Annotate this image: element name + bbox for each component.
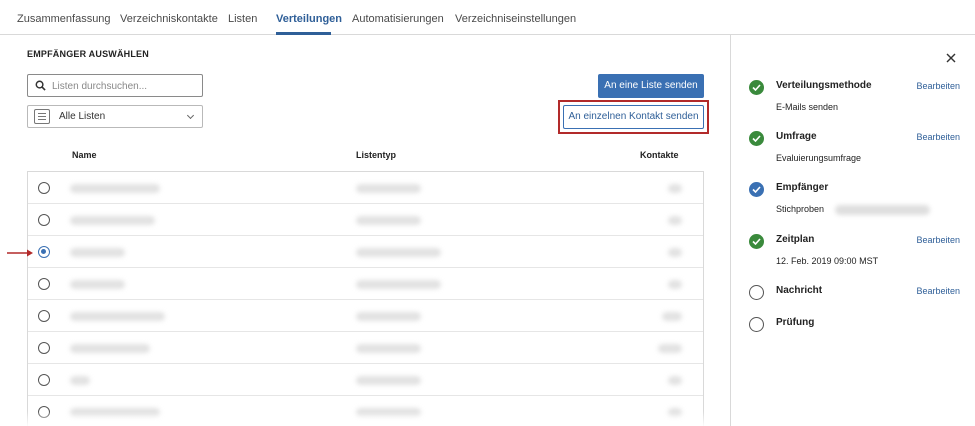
table-row[interactable] bbox=[28, 172, 703, 204]
tab-distributions[interactable]: Verteilungen bbox=[276, 13, 342, 25]
top-tab-bar: Zusammenfassung Verzeichniskontakte List… bbox=[0, 0, 975, 35]
step-subtitle: Stichproben bbox=[776, 204, 825, 214]
step-title: Zeitplan bbox=[776, 234, 815, 245]
row-radio[interactable] bbox=[38, 342, 50, 354]
tab-directory-settings[interactable]: Verzeichniseinstellungen bbox=[455, 13, 576, 25]
step-title: Nachricht bbox=[776, 285, 823, 296]
edit-link[interactable]: Bearbeiten bbox=[916, 132, 960, 142]
step-subtitle: E-Mails senden bbox=[776, 102, 839, 112]
step-subtitle: 12. Feb. 2019 09:00 MST bbox=[776, 256, 879, 266]
table-row[interactable] bbox=[28, 300, 703, 332]
empty-circle-icon bbox=[749, 285, 764, 300]
edit-link[interactable]: Bearbeiten bbox=[916, 286, 960, 296]
redacted-name bbox=[70, 248, 125, 257]
row-radio[interactable] bbox=[38, 214, 50, 226]
redacted-type bbox=[356, 184, 421, 193]
row-radio[interactable] bbox=[38, 310, 50, 322]
redacted-type bbox=[356, 408, 421, 417]
redacted-name bbox=[70, 376, 90, 385]
redacted-type bbox=[356, 312, 421, 321]
redacted-count bbox=[668, 184, 682, 193]
send-to-contact-button[interactable]: An einzelnen Kontakt senden bbox=[563, 105, 704, 129]
redacted-name bbox=[70, 280, 125, 289]
table-row[interactable] bbox=[28, 236, 703, 268]
row-radio[interactable] bbox=[38, 374, 50, 386]
redacted-type bbox=[356, 248, 441, 257]
list-table bbox=[27, 171, 704, 426]
row-radio-selected[interactable] bbox=[38, 246, 50, 258]
redacted-name bbox=[70, 408, 160, 417]
list-filter-select[interactable]: Alle Listen bbox=[27, 105, 203, 128]
step-title: Empfänger bbox=[776, 182, 829, 193]
recipient-selection-panel: EMPFÄNGER AUSWÄHLEN Alle Listen An eine … bbox=[0, 35, 730, 426]
column-header-type: Listentyp bbox=[356, 150, 397, 160]
table-row[interactable] bbox=[28, 332, 703, 364]
send-to-list-button[interactable]: An eine Liste senden bbox=[598, 74, 704, 98]
list-search[interactable] bbox=[27, 74, 203, 97]
list-filter-value: Alle Listen bbox=[59, 111, 106, 122]
arrow-right-icon bbox=[7, 249, 33, 257]
close-icon[interactable] bbox=[944, 51, 958, 65]
redacted-count bbox=[668, 408, 682, 417]
tab-summary[interactable]: Zusammenfassung bbox=[17, 13, 111, 25]
edit-link[interactable]: Bearbeiten bbox=[916, 81, 960, 91]
redacted-name bbox=[70, 184, 160, 193]
column-header-name: Name bbox=[72, 150, 97, 160]
table-row[interactable] bbox=[28, 396, 703, 426]
redacted-type bbox=[356, 216, 421, 225]
distribution-steps-panel: Verteilungsmethode Bearbeiten E-Mails se… bbox=[730, 35, 975, 426]
redacted-count bbox=[658, 344, 682, 353]
redacted-count bbox=[668, 216, 682, 225]
table-row[interactable] bbox=[28, 268, 703, 300]
table-row[interactable] bbox=[28, 204, 703, 236]
column-header-contacts: Kontakte bbox=[640, 150, 679, 160]
list-icon bbox=[34, 109, 50, 124]
row-radio[interactable] bbox=[38, 278, 50, 290]
tab-automations[interactable]: Automatisierungen bbox=[352, 13, 444, 25]
redacted-name bbox=[70, 344, 150, 353]
redacted-count bbox=[668, 376, 682, 385]
redacted-type bbox=[356, 344, 421, 353]
tab-lists[interactable]: Listen bbox=[228, 13, 257, 25]
redacted-type bbox=[356, 280, 441, 289]
edit-link[interactable]: Bearbeiten bbox=[916, 235, 960, 245]
step-title: Prüfung bbox=[776, 317, 815, 328]
redacted-count bbox=[668, 248, 682, 257]
redacted-name bbox=[70, 216, 155, 225]
check-circle-icon bbox=[749, 234, 764, 249]
redacted-type bbox=[356, 376, 421, 385]
redacted-count bbox=[668, 280, 682, 289]
search-input[interactable] bbox=[52, 78, 197, 94]
step-subtitle: Evaluierungsumfrage bbox=[776, 153, 862, 163]
redacted-count bbox=[662, 312, 682, 321]
redacted-name bbox=[70, 312, 165, 321]
row-radio[interactable] bbox=[38, 182, 50, 194]
row-radio[interactable] bbox=[38, 406, 50, 418]
step-title: Verteilungsmethode bbox=[776, 80, 872, 91]
tab-directory-contacts[interactable]: Verzeichniskontakte bbox=[120, 13, 218, 25]
table-row[interactable] bbox=[28, 364, 703, 396]
check-circle-icon bbox=[749, 131, 764, 146]
step-title: Umfrage bbox=[776, 131, 817, 142]
empty-circle-icon bbox=[749, 317, 764, 332]
section-title: EMPFÄNGER AUSWÄHLEN bbox=[27, 49, 149, 59]
search-icon bbox=[35, 80, 46, 91]
redacted-value bbox=[835, 205, 930, 215]
check-circle-icon bbox=[749, 80, 764, 95]
check-circle-icon bbox=[749, 182, 764, 197]
chevron-down-icon bbox=[186, 111, 195, 120]
